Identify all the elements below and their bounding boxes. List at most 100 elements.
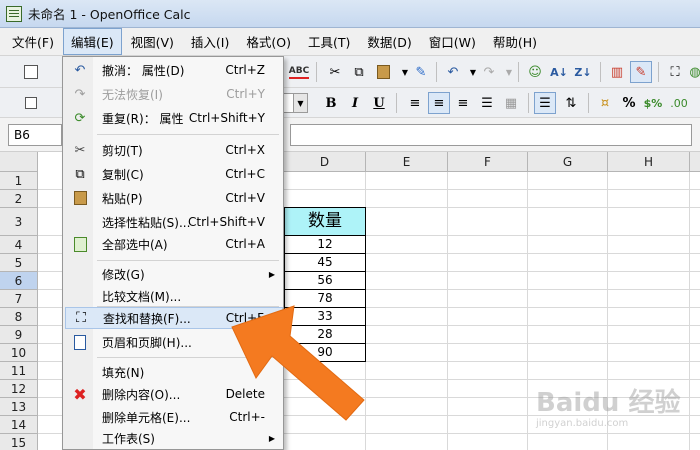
menu-item-redo[interactable]: ↷ 无法恢复(I) Ctrl+Y (65, 83, 283, 105)
menu-item-copy[interactable]: ⧉ 复制(C) Ctrl+C (65, 163, 283, 185)
menu-item-delete-cells[interactable]: 删除单元格(E)... Ctrl+- (65, 406, 283, 428)
vertical-align-icon[interactable]: ⇅ (560, 92, 582, 114)
menu-data[interactable]: 数据(D) (359, 28, 419, 55)
menu-item-label: 查找和替换(F)... (103, 311, 191, 326)
menu-item-undo[interactable]: ↶ 撤消： 属性(D) Ctrl+Z (65, 59, 283, 81)
cell-d6[interactable]: 56 (284, 272, 366, 290)
row-header-8[interactable]: 8 (0, 308, 38, 326)
redo-icon: ↷ (74, 86, 86, 102)
wrap-text-icon[interactable]: ☰ (534, 92, 556, 114)
cell-d7[interactable]: 78 (284, 290, 366, 308)
row-header-7[interactable]: 7 (0, 290, 38, 308)
menu-window[interactable]: 窗口(W) (421, 28, 484, 55)
font-size-dropdown-icon[interactable]: ▼ (293, 94, 307, 112)
menu-item-shortcut: Ctrl+Shift+Y (188, 111, 265, 125)
column-header-h[interactable]: H (608, 152, 690, 172)
menu-item-paste-special[interactable]: 选择性粘贴(S)... Ctrl+Shift+V (65, 211, 283, 233)
row-header-9[interactable]: 9 (0, 326, 38, 344)
italic-button[interactable]: I (344, 92, 366, 114)
new-document-icon[interactable] (20, 61, 42, 83)
menu-item-repeat[interactable]: ⟳ 重复(R)： 属性 Ctrl+Shift+Y (65, 107, 283, 129)
column-header-f[interactable]: F (448, 152, 528, 172)
menu-item-changes[interactable]: 修改(G) ▶ (65, 263, 283, 285)
standard-format-button[interactable]: $% (642, 92, 664, 114)
menu-item-headers-footers[interactable]: 页眉和页脚(H)... (65, 331, 283, 353)
cell-d5[interactable]: 45 (284, 254, 366, 272)
decimal-format-icon[interactable]: .00 (668, 92, 690, 114)
watermark-url-text: jingyan.baidu.com (536, 418, 629, 429)
menu-file[interactable]: 文件(F) (4, 28, 62, 55)
redo-icon[interactable]: ↷ (478, 61, 500, 83)
cell-d4[interactable]: 12 (284, 236, 366, 254)
menu-item-compare-document[interactable]: 比较文档(M)... (65, 285, 283, 307)
menu-item-cut[interactable]: ✂ 剪切(T) Ctrl+X (65, 139, 283, 161)
gallery-icon[interactable]: ◍ (684, 61, 700, 83)
format-paintbrush-icon[interactable]: ✎ (410, 61, 432, 83)
menu-edit[interactable]: 编辑(E) (62, 28, 122, 55)
cell-d9[interactable]: 28 (284, 326, 366, 344)
cell-d8[interactable]: 33 (284, 308, 366, 326)
row-header-10[interactable]: 10 (0, 344, 38, 362)
copy-icon[interactable]: ⧉ (348, 61, 370, 83)
currency-format-icon[interactable]: ¤ (594, 92, 616, 114)
column-header-g[interactable]: G (528, 152, 608, 172)
cell-d3-header[interactable]: 数量 (284, 207, 366, 236)
menu-item-fill[interactable]: 填充(N) (65, 361, 283, 383)
undo-icon[interactable]: ↶ (442, 61, 464, 83)
row-header-14[interactable]: 14 (0, 416, 38, 434)
row-header-2[interactable]: 2 (0, 190, 38, 208)
row-header-1[interactable]: 1 (0, 172, 38, 190)
sort-ascending-icon[interactable]: A↓ (548, 61, 570, 83)
menu-insert[interactable]: 插入(I) (183, 28, 237, 55)
formula-input[interactable] (290, 124, 692, 146)
row-header-3[interactable]: 3 (0, 208, 38, 236)
menu-tools[interactable]: 工具(T) (300, 28, 358, 55)
menu-item-delete-contents[interactable]: ✖ 删除内容(O)... Delete (65, 383, 283, 405)
window-title: 未命名 1 - OpenOffice Calc (28, 7, 191, 22)
menu-item-sheet[interactable]: 工作表(S) ▶ (65, 427, 283, 449)
menu-format[interactable]: 格式(O) (238, 28, 299, 55)
edit-menu-dropdown: ↶ 撤消： 属性(D) Ctrl+Z ↷ 无法恢复(I) Ctrl+Y ⟳ 重复… (62, 56, 284, 450)
align-right-icon[interactable]: ≡ (452, 92, 474, 114)
chart-icon[interactable]: ▥ (606, 61, 628, 83)
row-header-15[interactable]: 15 (0, 434, 38, 450)
column-header-e[interactable]: E (366, 152, 448, 172)
menu-item-paste[interactable]: 粘贴(P) Ctrl+V (65, 187, 283, 209)
percent-format-button[interactable]: % (618, 92, 640, 114)
cut-icon[interactable]: ✂ (324, 61, 346, 83)
toolbar-separator (588, 93, 589, 113)
draw-functions-icon[interactable]: ✎ (630, 61, 652, 83)
sort-descending-icon[interactable]: Z↓ (572, 61, 594, 83)
find-binoculars-icon[interactable]: ⛶ (664, 61, 686, 83)
redo-dropdown-icon[interactable]: ▼ (498, 61, 520, 83)
title-bar: 未命名 1 - OpenOffice Calc (0, 0, 700, 28)
align-left-icon[interactable]: ≡ (404, 92, 426, 114)
row-header-13[interactable]: 13 (0, 398, 38, 416)
underline-button[interactable]: U (368, 92, 390, 114)
cell-d10[interactable]: 90 (284, 344, 366, 362)
styles-icon[interactable] (20, 92, 42, 114)
row-header-4[interactable]: 4 (0, 236, 38, 254)
column-header-partial[interactable] (690, 152, 700, 172)
row-header-12[interactable]: 12 (0, 380, 38, 398)
row-header-6[interactable]: 6 (0, 272, 38, 290)
menu-help[interactable]: 帮助(H) (485, 28, 545, 55)
justify-icon[interactable]: ☰ (476, 92, 498, 114)
paste-icon[interactable] (372, 61, 394, 83)
bold-button[interactable]: B (320, 92, 342, 114)
navigator-icon[interactable]: ☺ (524, 61, 546, 83)
menu-item-shortcut: Ctrl+Z (225, 63, 265, 77)
row-header-11[interactable]: 11 (0, 362, 38, 380)
menu-item-label: 删除内容(O)... (102, 387, 181, 402)
menu-view[interactable]: 视图(V) (123, 28, 182, 55)
row-header-5[interactable]: 5 (0, 254, 38, 272)
merge-cells-icon[interactable]: ▦ (500, 92, 522, 114)
name-box[interactable]: B6 (8, 124, 62, 146)
menu-item-find-replace[interactable]: ⛶ 查找和替换(F)... Ctrl+F (65, 307, 283, 329)
column-header-d[interactable]: D (284, 152, 366, 172)
spellcheck-icon[interactable]: ABC (288, 61, 310, 83)
menu-item-select-all[interactable]: 全部选中(A) Ctrl+A (65, 233, 283, 255)
align-center-icon[interactable]: ≡ (428, 92, 450, 114)
select-all-corner[interactable] (0, 152, 38, 172)
menu-item-shortcut: Ctrl+F (225, 311, 264, 325)
